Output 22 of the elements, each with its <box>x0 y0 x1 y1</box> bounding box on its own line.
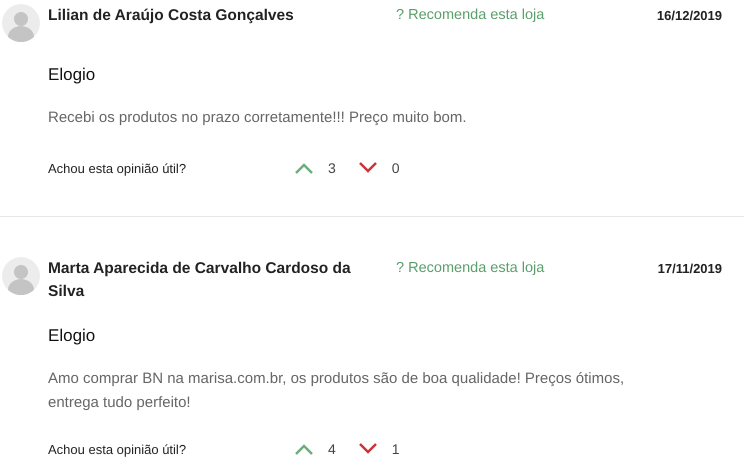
upvote-count: 4 <box>328 441 336 457</box>
review-text: Amo comprar BN na marisa.com.br, os produtos são de boa qualidade! Preços ótimos, entrega tudo perfeito! <box>48 369 626 413</box>
thumbs-up-chevron-icon[interactable] <box>294 161 314 175</box>
recommendation-label: ? Recomenda esta loja <box>396 259 546 278</box>
thumbs-down-chevron-icon[interactable] <box>358 161 378 175</box>
review-date: 17/11/2019 <box>658 260 722 278</box>
thumbs-up-chevron-icon[interactable] <box>294 442 314 456</box>
downvote-count: 0 <box>392 160 400 176</box>
review-text: Recebi os produtos no prazo corretamente!!! Preço muito bom. <box>48 108 468 128</box>
helpful-question: Achou esta opinião útil? <box>48 160 188 176</box>
upvote-count: 3 <box>328 160 336 176</box>
downvote-count: 1 <box>392 441 400 457</box>
reviewer-name: Lilian de Araújo Costa Gonçalves <box>48 6 295 26</box>
reviewer-name: Marta Aparecida de Carvalho Cardoso da Silva <box>48 259 352 302</box>
review-title: Elogio <box>48 64 96 86</box>
review-title: Elogio <box>48 325 96 347</box>
recommendation-label: ? Recomenda esta loja <box>396 6 546 25</box>
thumbs-down-chevron-icon[interactable] <box>358 442 378 456</box>
avatar-icon <box>2 257 40 295</box>
avatar-icon <box>2 4 40 42</box>
review-date: 16/12/2019 <box>656 7 722 25</box>
helpful-question: Achou esta opinião útil? <box>48 442 188 456</box>
